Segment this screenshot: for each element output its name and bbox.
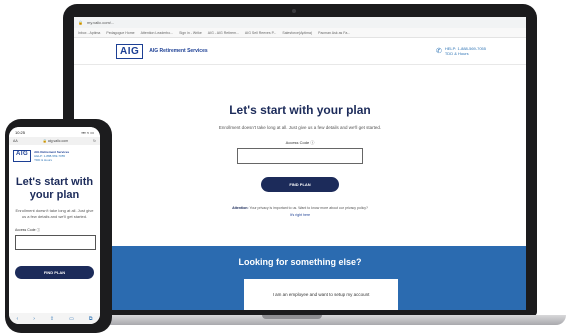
aig-logo[interactable]: AIG (116, 43, 144, 59)
access-code-label: Access Code ⓘ (285, 140, 315, 145)
phone-icon: ✆ (435, 48, 442, 55)
status-time: 10:25 (15, 129, 26, 135)
find-plan-button[interactable]: FIND PLAN (261, 177, 339, 192)
page-subtitle: Enrollment doesn't take long at all. Jus… (218, 125, 382, 130)
back-icon[interactable]: ‹ (17, 316, 19, 322)
phone-address-bar[interactable]: AA 🔒 aig.valic.com ↻ (9, 137, 100, 145)
tdd-hours-link[interactable]: TDD & Hours (34, 158, 69, 162)
bookmarks-bar: Inbox - Aptima Pedagogue Home Attention … (74, 28, 526, 38)
brand-name: AIG Retirement Services (149, 48, 208, 54)
attention-label: Attention: (232, 206, 249, 210)
bookmark-item[interactable]: Inbox - Aptima (78, 31, 100, 35)
site-header: AIG AIG Retirement Services ✆ HELP: 1-88… (74, 38, 526, 65)
phone-screen: 10:25 ▪▪▪ ≈ ▭ AA 🔒 aig.valic.com ↻ AIG A… (9, 127, 100, 324)
header-contact[interactable]: ✆ HELP: 1-888-569-7055 TDD & Hours (436, 46, 486, 56)
phone-browser-toolbar: ‹ › ⇪ ▭ ⧉ (9, 313, 100, 324)
browser-address-bar[interactable]: 🔒 my.valic.com/... (74, 17, 526, 28)
status-icons: ▪▪▪ ≈ ▭ (81, 129, 94, 135)
section-title: Looking for something else? (238, 257, 362, 267)
reader-icon[interactable]: AA (13, 139, 18, 143)
access-code-label: Access Code ⓘ (15, 228, 41, 232)
privacy-text: Your privacy is important to us. Want to… (249, 206, 368, 210)
laptop-camera (292, 9, 296, 13)
privacy-notice: Attention: Your privacy is important to … (74, 206, 526, 210)
bookmark-item[interactable]: Salesforce(Aptima) (282, 31, 312, 35)
find-plan-button[interactable]: FIND PLAN (15, 266, 94, 279)
bookmark-item[interactable]: Pedagogue Home (106, 31, 134, 35)
employee-setup-card[interactable]: I am an employee and want to setup my ac… (244, 279, 398, 310)
tdd-hours-link[interactable]: TDD & Hours (445, 51, 486, 56)
bookmark-item[interactable]: Attention Leaderbo... (141, 31, 174, 35)
bookmarks-icon[interactable]: ▭ (69, 316, 74, 322)
page-title: Let's start with your plan (229, 103, 371, 117)
aig-logo[interactable]: AIG (13, 150, 32, 162)
phone-brand-block: AIG Retirement Services HELP: 1-888-569-… (34, 150, 69, 162)
laptop-screen: 🔒 my.valic.com/... Inbox - Aptima Pedago… (74, 17, 526, 310)
phone-status-bar: 10:25 ▪▪▪ ≈ ▭ (9, 127, 100, 137)
browser-url-text[interactable]: my.valic.com/... (87, 20, 114, 25)
lock-icon: 🔒 (78, 20, 83, 25)
share-icon[interactable]: ⇪ (50, 316, 54, 322)
access-code-input[interactable] (237, 148, 363, 164)
bookmark-item[interactable]: AIG Sell Reeves P... (245, 31, 276, 35)
reload-icon[interactable]: ↻ (93, 139, 96, 143)
privacy-link[interactable]: It's right here (74, 213, 526, 217)
bookmark-item[interactable]: AIG - AIG Retirem... (208, 31, 239, 35)
laptop-notch (262, 315, 322, 319)
page-title: Let's start with your plan (15, 176, 94, 201)
contact-text: HELP: 1-888-569-7055 TDD & Hours (445, 46, 486, 56)
looking-for-else-section: Looking for something else? I am an empl… (74, 246, 526, 310)
tabs-icon[interactable]: ⧉ (89, 316, 93, 322)
page-subtitle: Enrollment doesn't take long at all. Jus… (15, 208, 94, 219)
phone-url-text[interactable]: 🔒 aig.valic.com (43, 139, 69, 143)
bookmark-item[interactable]: Pacman Ask as Fa... (318, 31, 350, 35)
forward-icon[interactable]: › (33, 316, 35, 322)
bookmark-item[interactable]: Sign in - Wrike (179, 31, 202, 35)
access-code-input[interactable] (15, 235, 96, 250)
phone-site-header: AIG AIG Retirement Services HELP: 1-888-… (9, 145, 100, 162)
main-content: Let's start with your plan Enrollment do… (74, 65, 526, 217)
